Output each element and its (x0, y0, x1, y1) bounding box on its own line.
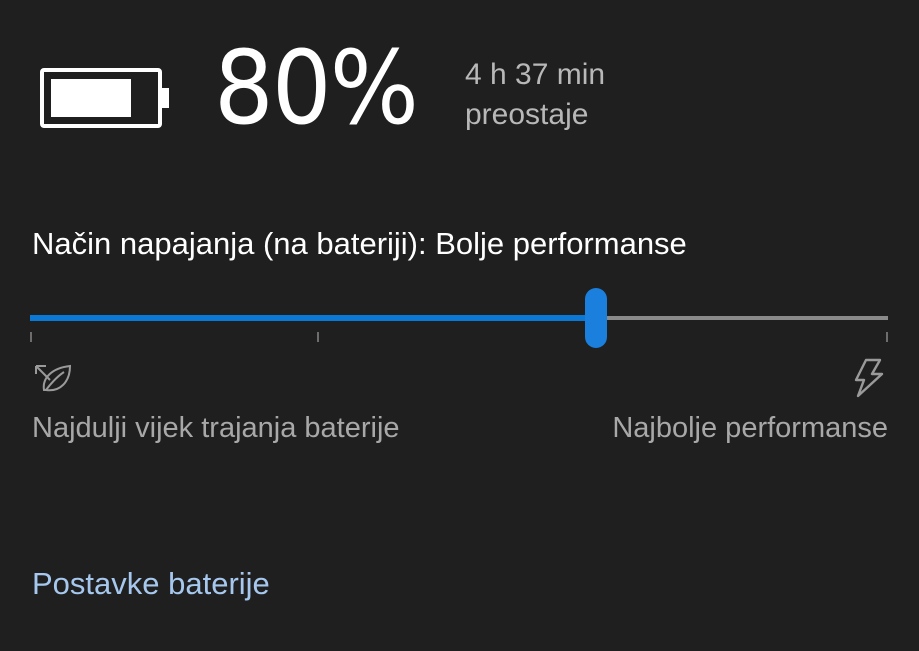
slider-track-fill (30, 315, 597, 321)
time-remaining-value: 4 h 37 min (465, 58, 606, 91)
time-remaining-suffix: preostaje (465, 98, 589, 131)
slider-tick (317, 332, 320, 342)
best-performance-label: Najbolje performanse (612, 412, 888, 444)
power-mode-label: Način napajanja (na bateriji): Bolje per… (32, 226, 687, 261)
battery-saver-label: Najdulji vijek trajanja baterije (32, 412, 400, 444)
battery-settings-link[interactable]: Postavke baterije (32, 566, 270, 602)
battery-percentage: 80% (214, 29, 419, 148)
slider-thumb[interactable] (585, 288, 608, 348)
lightning-bolt-icon (854, 358, 884, 398)
time-remaining: 4 h 37 min preostaje (465, 55, 605, 135)
battery-flyout: 80% 4 h 37 min preostaje Način napajanja… (0, 0, 919, 651)
slider-tick (886, 332, 888, 342)
battery-icon (40, 68, 169, 128)
leaf-icon (35, 364, 72, 392)
battery-charge-fill (51, 79, 131, 117)
slider-tick (30, 332, 32, 342)
power-mode-slider[interactable] (30, 286, 890, 350)
